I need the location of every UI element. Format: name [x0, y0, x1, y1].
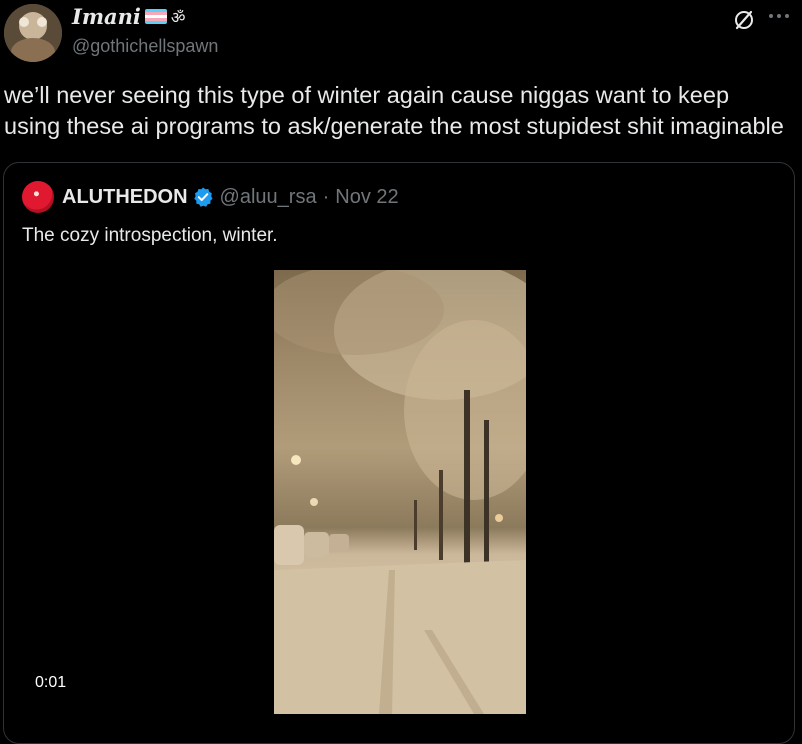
- avatar[interactable]: [4, 4, 62, 62]
- separator-dot: ·: [322, 185, 330, 208]
- quoted-tweet-header: ALUTHEDON @aluu_rsa · Nov 22: [22, 179, 399, 215]
- om-symbol: ॐ: [170, 7, 186, 27]
- display-name[interactable]: Imani ॐ: [72, 4, 186, 29]
- tweet-text-line-1: we’ll never seeing this type of winter a…: [4, 82, 730, 108]
- trans-flag-icon: [144, 9, 167, 24]
- grok-slash-circle-icon[interactable]: [732, 8, 756, 32]
- tweet-header: Imani ॐ @gothichellspawn: [0, 0, 802, 70]
- quoted-handle[interactable]: @aluu_rsa: [220, 186, 317, 209]
- snowy-street-video-frame: [274, 270, 526, 714]
- display-name-text: Imani: [72, 4, 141, 29]
- video-timestamp: 0:01: [35, 674, 67, 691]
- quoted-tweet-text: The cozy introspection, winter.: [22, 225, 278, 246]
- tweet-text-line-2: using these ai programs to ask/generate …: [4, 113, 784, 139]
- avatar-image: [4, 4, 62, 62]
- more-horizontal-icon[interactable]: [766, 6, 792, 26]
- video-player[interactable]: [274, 270, 526, 714]
- verified-badge-icon: [193, 187, 213, 207]
- quoted-tweet-card[interactable]: ALUTHEDON @aluu_rsa · Nov 22 The cozy in…: [3, 162, 795, 744]
- tweet-text: we’ll never seeing this type of winter a…: [4, 80, 794, 142]
- quoted-date[interactable]: Nov 22: [335, 186, 398, 209]
- user-handle[interactable]: @gothichellspawn: [72, 36, 218, 57]
- quoted-avatar[interactable]: [22, 181, 54, 213]
- quoted-display-name[interactable]: ALUTHEDON: [62, 186, 188, 209]
